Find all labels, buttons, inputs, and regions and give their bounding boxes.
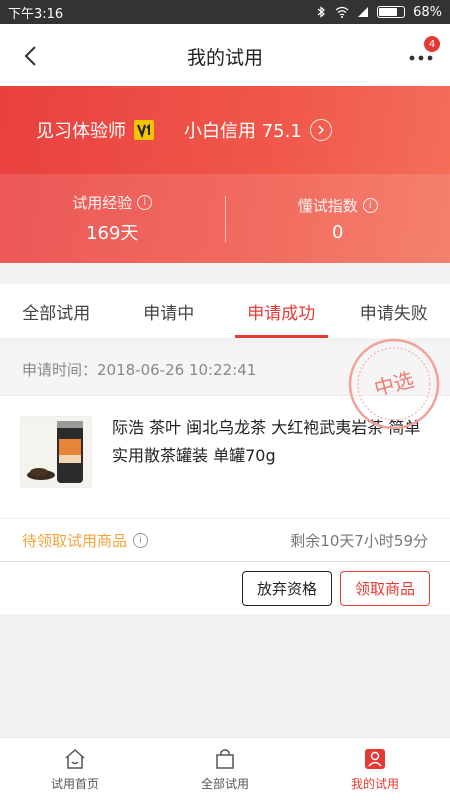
nav-trial-home-label: 试用首页 <box>50 776 99 791</box>
status-tabs: 全部试用 申请中 申请成功 申请失败 <box>0 284 450 338</box>
pending-label: 待领取试用商品 <box>22 531 128 550</box>
trial-exp-label: 试用经验 <box>72 194 133 212</box>
bag-icon <box>216 748 234 769</box>
status-time: 下午3:16 <box>8 6 64 22</box>
nav-all-trials-label: 全部试用 <box>200 776 249 791</box>
profile-header: 见习体验师 小白信用 75.1 试用经验 i 169天 懂试指数 i 0 <box>0 86 450 263</box>
tab-applying[interactable]: 申请中 <box>113 284 226 338</box>
stamp-text: 中选 <box>372 367 417 401</box>
product-image[interactable] <box>20 416 92 488</box>
chevron-right-icon <box>309 119 332 141</box>
role-title: 见习体验师 <box>36 121 126 142</box>
trial-index-label-row: 懂试指数 i <box>298 195 378 216</box>
home-icon <box>65 748 85 769</box>
bluetooth-icon <box>317 6 326 18</box>
top-nav-bar: 我的试用 4 <box>0 24 450 88</box>
tab-all[interactable]: 全部试用 <box>0 284 113 338</box>
claim-product-button[interactable]: 领取商品 <box>339 570 430 606</box>
tab-success[interactable]: 申请成功 <box>225 284 338 338</box>
profile-row: 见习体验师 小白信用 75.1 <box>0 86 450 174</box>
v1-badge-icon <box>136 123 150 138</box>
stats-row: 试用经验 i 169天 懂试指数 i 0 <box>0 174 450 263</box>
trial-exp-stat: 试用经验 i 169天 <box>0 174 225 263</box>
pending-row: 待领取试用商品 i 剩余10天7小时59分 <box>0 518 450 562</box>
nav-my-trials[interactable]: 我的试用 <box>300 738 450 800</box>
tab-failed[interactable]: 申请失败 <box>338 284 450 338</box>
order-actions: 放弃资格 领取商品 <box>0 562 450 614</box>
info-icon[interactable]: i <box>133 532 149 548</box>
trial-index-stat: 懂试指数 i 0 <box>226 174 450 263</box>
signal-icon <box>358 7 369 17</box>
battery-icon <box>377 6 406 18</box>
trial-index-label: 懂试指数 <box>297 196 358 215</box>
status-bar: 下午3:16 68% <box>0 0 450 24</box>
give-up-button[interactable]: 放弃资格 <box>241 570 332 606</box>
pending-status: 待领取试用商品 i <box>22 530 290 551</box>
credit-score-label: 小白信用 75.1 <box>184 121 302 142</box>
tea-jar-icon <box>27 421 83 483</box>
battery-percent: 68% <box>413 4 442 20</box>
page-title: 我的试用 <box>186 46 263 69</box>
credit-score-link[interactable]: 小白信用 75.1 <box>184 117 332 143</box>
back-arrow-icon[interactable] <box>18 42 46 70</box>
selected-stamp: 中选 <box>348 338 440 430</box>
remaining-time: 剩余10天7小时59分 <box>290 531 428 550</box>
status-icons: 68% <box>315 5 442 20</box>
trial-index-value: 0 <box>332 221 344 243</box>
vip-level-badge <box>134 120 154 140</box>
nav-trial-home[interactable]: 试用首页 <box>0 738 150 800</box>
wifi-icon <box>335 6 349 18</box>
info-icon[interactable]: i <box>362 197 378 213</box>
info-icon[interactable]: i <box>137 195 153 210</box>
trial-exp-value: 169天 <box>86 223 139 244</box>
bottom-nav: 试用首页 全部试用 我的试用 <box>0 737 450 800</box>
nav-all-trials[interactable]: 全部试用 <box>150 738 300 800</box>
nav-my-trials-label: 我的试用 <box>350 776 399 791</box>
trial-exp-label-row: 试用经验 i <box>72 192 153 213</box>
user-icon <box>365 748 385 769</box>
notification-badge: 4 <box>424 36 440 52</box>
